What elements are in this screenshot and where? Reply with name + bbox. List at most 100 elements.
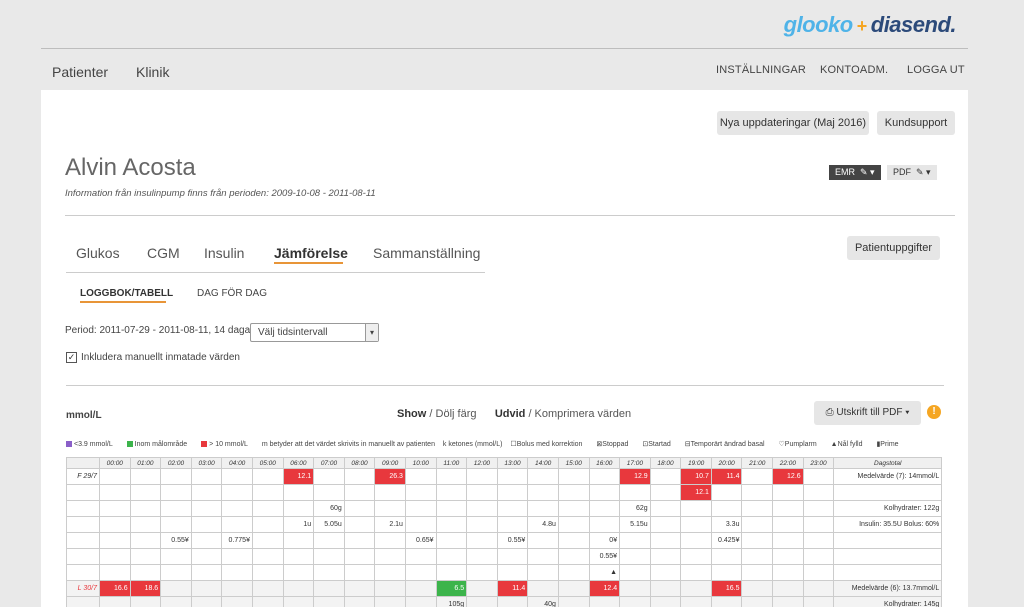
- table-cell: 0.65¥: [404, 532, 437, 549]
- updates-button[interactable]: Nya uppdateringar (Maj 2016): [717, 111, 869, 135]
- table-cell: [741, 548, 774, 565]
- tab-summary[interactable]: Sammanställning: [373, 245, 480, 261]
- print-pdf-button[interactable]: ⎙ Utskrift till PDF ▾: [814, 401, 921, 425]
- table-cell: [496, 548, 529, 565]
- table-cell: [680, 548, 712, 565]
- legend-stopped: ⊠Stoppad: [596, 441, 629, 448]
- support-button[interactable]: Kundsupport: [877, 111, 955, 135]
- legend-in-label: Inom målområde: [134, 441, 188, 448]
- interval-select[interactable]: Välj tidsintervall ▾: [250, 323, 379, 342]
- nav-settings[interactable]: INSTÄLLNINGAR: [716, 64, 806, 76]
- table-cell: [772, 532, 804, 549]
- table-cell: [588, 516, 621, 533]
- tab-glucose[interactable]: Glukos: [76, 245, 120, 261]
- day-label: [66, 516, 100, 533]
- table-cell: 12.1: [680, 484, 712, 501]
- table-cell: [251, 516, 284, 533]
- table-cell: [557, 468, 590, 485]
- legend-manual: m betyder att det värdet skrivits in man…: [261, 441, 435, 448]
- table-cell: [129, 468, 162, 485]
- view-options: Show / Dölj färg Udvid / Komprimera värd…: [397, 408, 631, 420]
- show-color-link[interactable]: Show: [397, 408, 426, 420]
- table-cell: [190, 580, 223, 597]
- table-cell: [741, 532, 774, 549]
- pencil-icon: ✎ ▾: [913, 167, 931, 177]
- nav-patients[interactable]: Patienter: [52, 64, 108, 80]
- table-cell: [282, 596, 315, 607]
- emr-button[interactable]: EMR ✎ ▾: [829, 165, 881, 180]
- table-cell: [99, 484, 131, 501]
- warning-icon[interactable]: !: [927, 405, 941, 419]
- subtab-day-by-day[interactable]: DAG FÖR DAG: [197, 288, 267, 299]
- table-cell: [190, 468, 223, 485]
- table-cell: [557, 516, 590, 533]
- nav-account[interactable]: KONTOADM.: [820, 64, 888, 76]
- tab-cgm[interactable]: CGM: [147, 245, 180, 261]
- divider: [66, 385, 944, 386]
- glooko-diasend-logo: glooko + diasend.: [783, 12, 957, 38]
- table-cell: [190, 484, 223, 501]
- table-cell: [741, 580, 774, 597]
- hide-color-link[interactable]: / Dölj färg: [426, 408, 476, 420]
- legend-ketones: k ketones (mmol/L): [442, 441, 503, 448]
- table-cell: [129, 564, 162, 581]
- table-cell: [343, 468, 376, 485]
- table-cell: [99, 596, 131, 607]
- corner-cell: [66, 457, 100, 469]
- table-cell: [251, 580, 284, 597]
- hour-header: 23:00: [802, 457, 835, 469]
- table-cell: [160, 564, 192, 581]
- legend-bolus-label: Bolus med korrektion: [516, 441, 583, 448]
- include-manual-checkbox[interactable]: ✓: [66, 352, 77, 363]
- table-cell: [251, 484, 284, 501]
- table-cell: [680, 596, 712, 607]
- legend-alarm: ♡Pumplarm: [778, 441, 817, 448]
- table-cell: [588, 500, 621, 517]
- table-cell: [741, 484, 774, 501]
- table-cell: [251, 548, 284, 565]
- table-cell: 12.4: [588, 580, 621, 597]
- table-cell: [619, 564, 651, 581]
- table-cell: 6.5: [435, 580, 468, 597]
- table-cell: [282, 484, 315, 501]
- active-subtab-indicator: [80, 301, 166, 303]
- day-label: [66, 500, 100, 517]
- hour-header: 15:00: [557, 457, 590, 469]
- table-cell: [466, 468, 498, 485]
- tab-comparison[interactable]: Jämförelse: [274, 245, 348, 261]
- expand-link[interactable]: Udvid: [495, 408, 526, 420]
- table-cell: 2.1u: [374, 516, 406, 533]
- table-cell: [527, 580, 559, 597]
- table-cell: [649, 564, 682, 581]
- table-cell: [741, 564, 774, 581]
- table-cell: 62g: [619, 500, 651, 517]
- table-cell: [496, 564, 529, 581]
- table-cell: [557, 548, 590, 565]
- table-cell: 0.55¥: [160, 532, 192, 549]
- table-cell: [160, 500, 192, 517]
- hour-header: 14:00: [527, 457, 559, 469]
- nav-logout[interactable]: LOGGA UT: [907, 64, 965, 76]
- logo-glooko: glooko: [783, 12, 854, 37]
- nav-clinic[interactable]: Klinik: [136, 64, 169, 80]
- table-cell: [557, 532, 590, 549]
- hour-header: 21:00: [741, 457, 774, 469]
- unit-label: mmol/L: [66, 410, 102, 421]
- tab-insulin[interactable]: Insulin: [204, 245, 244, 261]
- hour-header: 08:00: [343, 457, 376, 469]
- hour-header: 12:00: [466, 457, 498, 469]
- table-row: 12.1: [66, 484, 943, 501]
- patient-info-button[interactable]: Patientuppgifter: [847, 236, 940, 260]
- table-cell: [251, 532, 284, 549]
- legend-started-label: Startad: [648, 441, 671, 448]
- pdf-button[interactable]: PDF ✎ ▾: [887, 165, 937, 180]
- table-cell: [435, 564, 468, 581]
- compress-link[interactable]: / Komprimera värden: [525, 408, 631, 420]
- subtab-logbook[interactable]: LOGGBOK/TABELL: [80, 288, 173, 299]
- table-cell: [772, 484, 804, 501]
- table-cell: [404, 516, 437, 533]
- table-cell: [741, 596, 774, 607]
- table-cell: [343, 516, 376, 533]
- include-manual-label: Inkludera manuellt inmatade värden: [81, 352, 240, 363]
- table-cell: [343, 484, 376, 501]
